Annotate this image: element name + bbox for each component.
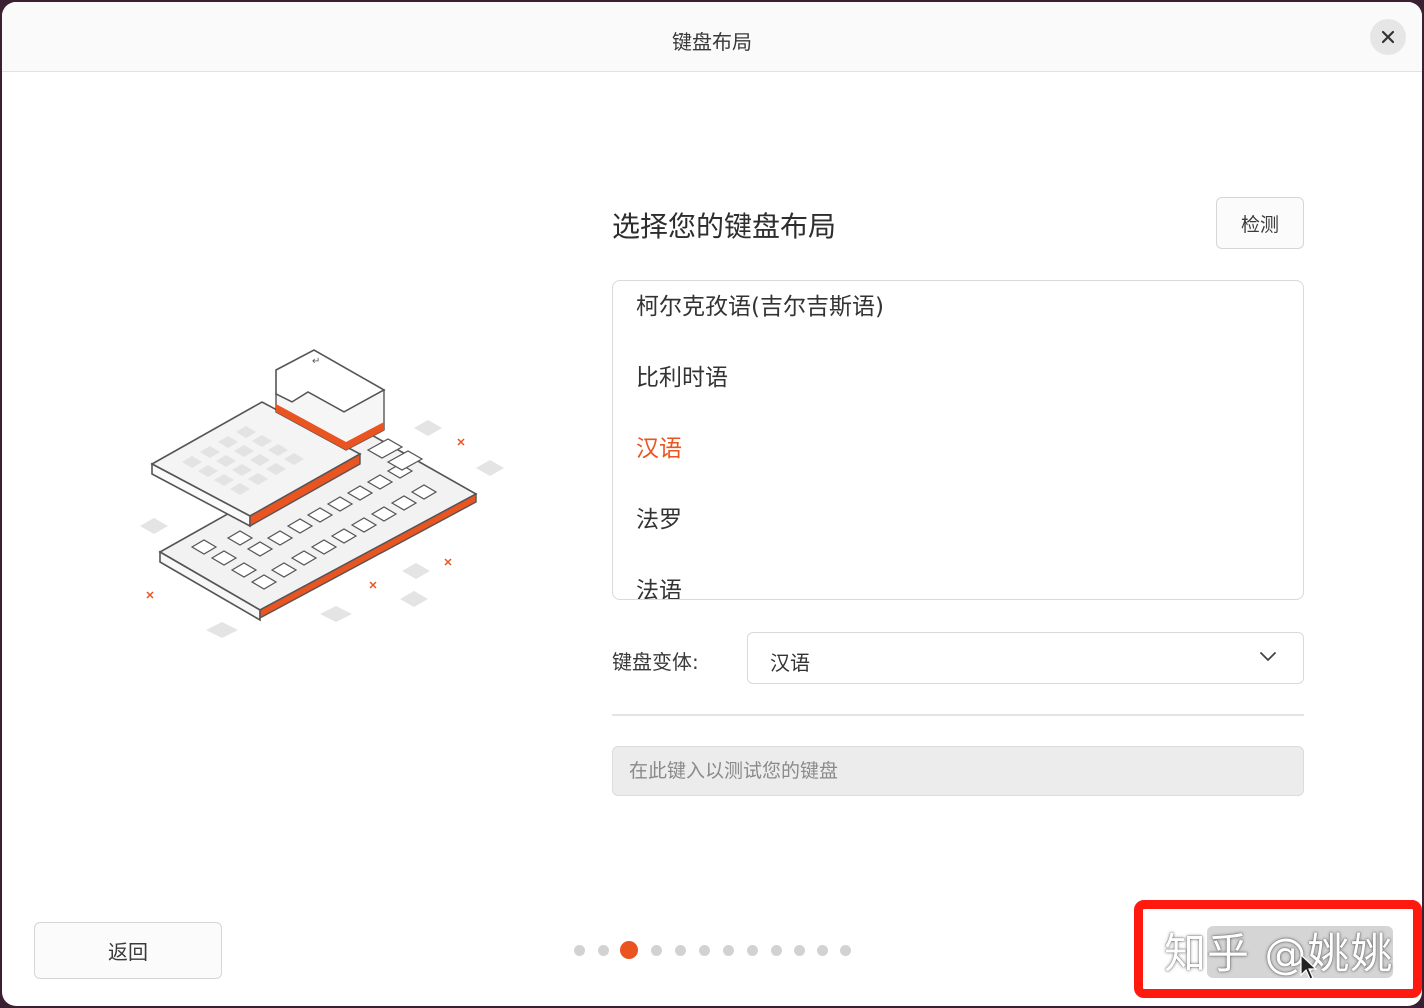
- step-dot: [723, 945, 734, 956]
- variant-value: 汉语: [770, 651, 810, 675]
- watermark: 知乎 @姚姚: [1164, 929, 1394, 978]
- back-button[interactable]: 返回: [34, 922, 222, 979]
- step-dot: [794, 945, 805, 956]
- list-item[interactable]: 法语: [636, 571, 682, 599]
- list-item[interactable]: 比利时语: [636, 358, 728, 392]
- step-dot: [675, 945, 686, 956]
- title-bar: 键盘布局: [2, 2, 1422, 72]
- mouse-cursor-icon: [1300, 954, 1318, 980]
- step-dot: [651, 945, 662, 956]
- variant-dropdown[interactable]: 汉语: [747, 632, 1304, 684]
- list-item[interactable]: 柯尔克孜语(吉尔吉斯语): [636, 287, 884, 321]
- list-item-selected[interactable]: 汉语: [636, 429, 682, 463]
- step-dot: [771, 945, 782, 956]
- step-dot: [840, 945, 851, 956]
- step-dot: [699, 945, 710, 956]
- installer-window: 键盘布局 ↵ 选择您的键盘布局 检测 柯尔克孜语(吉尔吉斯语) 比利时语 汉语 …: [2, 2, 1422, 1006]
- list-item[interactable]: 法罗: [636, 500, 682, 534]
- chevron-down-icon: [1260, 652, 1276, 661]
- window-title: 键盘布局: [672, 30, 752, 54]
- divider: [612, 714, 1304, 716]
- close-icon: [1381, 30, 1395, 44]
- step-progress-dots: [572, 940, 862, 960]
- step-dot: [598, 945, 609, 956]
- close-button[interactable]: [1370, 19, 1406, 55]
- step-dot-active: [620, 941, 638, 959]
- variant-label: 键盘变体:: [612, 650, 699, 674]
- keyboard-test-input[interactable]: [612, 746, 1304, 796]
- page-heading: 选择您的键盘布局: [612, 210, 837, 243]
- keyboard-illustration: ↵: [140, 349, 504, 638]
- step-dot: [574, 945, 585, 956]
- step-dot: [817, 945, 828, 956]
- detect-button[interactable]: 检测: [1216, 197, 1304, 249]
- svg-text:↵: ↵: [312, 356, 320, 367]
- step-dot: [747, 945, 758, 956]
- keyboard-layout-list[interactable]: 柯尔克孜语(吉尔吉斯语) 比利时语 汉语 法罗 法语: [612, 280, 1304, 600]
